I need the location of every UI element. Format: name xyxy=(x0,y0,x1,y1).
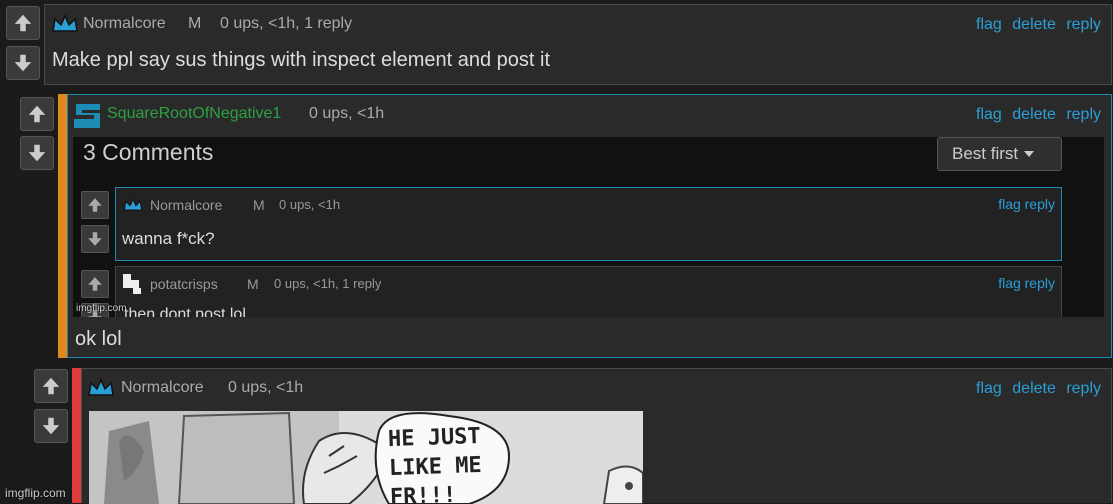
mod-badge: M xyxy=(188,15,202,32)
mod-badge: M xyxy=(253,197,265,213)
username[interactable]: Normalcore xyxy=(121,379,204,397)
arrow-down-icon xyxy=(88,232,102,246)
comment-actions: flag delete reply xyxy=(970,106,1101,124)
list-item: potatcrisps M 0 ups, <1h, 1 reply flag r… xyxy=(115,266,1062,317)
arrow-up-icon xyxy=(88,198,102,212)
arrow-up-icon xyxy=(28,105,46,123)
upvote-button[interactable] xyxy=(6,6,40,40)
downvote-button[interactable] xyxy=(81,225,109,253)
list-item: Normalcore M 0 ups, <1h flag reply wanna… xyxy=(115,187,1062,261)
crown-icon xyxy=(88,378,114,396)
reply-link[interactable]: reply xyxy=(1066,16,1101,33)
comment-box: Normalcore M 0 ups, <1h, 1 reply flag de… xyxy=(44,4,1112,85)
thread-bar xyxy=(58,94,67,358)
chevron-down-icon xyxy=(1024,151,1035,157)
comment-actions: flag reply xyxy=(998,196,1055,212)
delete-link[interactable]: delete xyxy=(1012,106,1056,123)
arrow-down-icon xyxy=(42,417,60,435)
crown-icon xyxy=(123,197,143,211)
manga-panel-illustration xyxy=(89,411,643,504)
upvote-button[interactable] xyxy=(81,270,109,298)
username: potatcrisps xyxy=(150,276,218,292)
comment-meta: 0 ups, <1h xyxy=(228,379,304,396)
comment-actions: flag delete reply xyxy=(970,380,1101,398)
reply-link[interactable]: reply xyxy=(1066,106,1101,123)
flag-link[interactable]: flag xyxy=(976,106,1002,123)
downvote-button[interactable] xyxy=(6,46,40,80)
arrow-up-icon xyxy=(88,277,102,291)
flag-link[interactable]: flag xyxy=(976,380,1002,397)
arrow-up-icon xyxy=(14,14,32,32)
mod-badge: M xyxy=(247,276,259,292)
flag-link[interactable]: flag xyxy=(976,16,1002,33)
comment-text: wanna f*ck? xyxy=(122,229,215,248)
downvote-button[interactable] xyxy=(34,409,68,443)
comment-box: Normalcore 0 ups, <1h flag delete reply … xyxy=(81,368,1112,504)
username[interactable]: Normalcore xyxy=(83,15,166,33)
username: Normalcore xyxy=(150,197,223,213)
comment-text: ok lol xyxy=(75,328,122,350)
upvote-button[interactable] xyxy=(81,191,109,219)
reply-link[interactable]: reply xyxy=(1066,380,1101,397)
comments-header: 3 Comments xyxy=(83,139,214,165)
speech-bubble-text: HE JUST LIKE ME FR!!! xyxy=(387,423,483,504)
crown-icon xyxy=(52,14,78,32)
thread-bar xyxy=(72,368,81,503)
comment-meta: 0 ups, <1h xyxy=(279,197,341,212)
comment-meta: 0 ups, <1h, 1 reply xyxy=(274,276,382,291)
comment-actions: flag reply xyxy=(998,275,1055,291)
upvote-button[interactable] xyxy=(34,369,68,403)
embedded-screenshot: 3 Comments Best first Normalcore M 0 ups… xyxy=(73,137,1104,317)
comment-text: Make ppl say sus things with inspect ele… xyxy=(52,49,551,71)
s-logo-icon xyxy=(74,104,100,128)
username[interactable]: SquareRootOfNegative1 xyxy=(107,105,281,123)
arrow-down-icon xyxy=(14,54,32,72)
comment-text: then dont post lol xyxy=(124,306,246,317)
manga-image: HE JUST LIKE ME FR!!! xyxy=(89,411,643,504)
imgflip-watermark: imgflip.com xyxy=(76,303,127,314)
avatar-icon xyxy=(123,274,141,294)
upvote-button[interactable] xyxy=(20,97,54,131)
comment-meta: 0 ups, <1h xyxy=(309,105,385,122)
delete-link[interactable]: delete xyxy=(1012,380,1056,397)
sort-dropdown[interactable]: Best first xyxy=(937,137,1062,171)
arrow-down-icon xyxy=(28,144,46,162)
downvote-button[interactable] xyxy=(20,136,54,170)
comment-meta: 0 ups, <1h, 1 reply xyxy=(220,15,353,32)
sort-label: Best first xyxy=(952,144,1019,163)
comment-actions: flag delete reply xyxy=(970,16,1101,34)
imgflip-watermark: imgflip.com xyxy=(5,486,66,500)
comment-box: SquareRootOfNegative1 0 ups, <1h flag de… xyxy=(67,94,1112,358)
delete-link[interactable]: delete xyxy=(1012,16,1056,33)
arrow-up-icon xyxy=(42,377,60,395)
